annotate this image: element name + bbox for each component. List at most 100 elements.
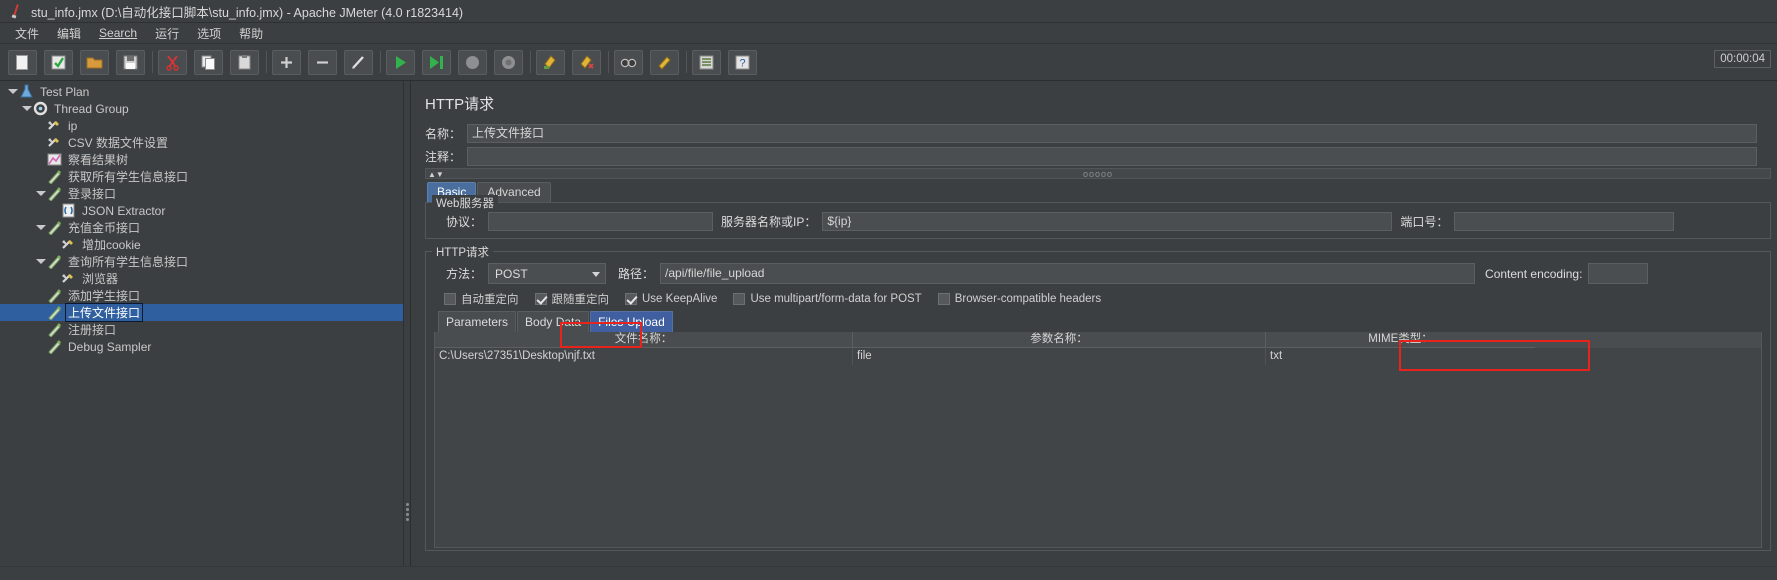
cell-filename[interactable]: C:\Users\27351\Desktop\njf.txt (435, 348, 853, 365)
port-input[interactable] (1454, 212, 1675, 231)
checkbox-auto-redirect-box[interactable] (444, 293, 456, 305)
collapse-dots: ooooo (1082, 169, 1114, 179)
svg-text:?: ? (739, 57, 745, 69)
tree-item[interactable]: ip (0, 117, 403, 134)
tree-item[interactable]: Debug Sampler (0, 338, 403, 355)
checkbox-use-multipart[interactable]: Use multipart/form-data for POST (733, 293, 922, 305)
checkbox-follow-redirect-label: 跟随重定向 (551, 294, 610, 306)
checkbox-use-multipart-box[interactable] (733, 293, 746, 305)
view-results-tree-icon (47, 152, 64, 168)
function-helper-button[interactable] (692, 49, 721, 75)
tree-item[interactable]: CSV 数据文件设置 (0, 134, 403, 151)
test-plan-tree[interactable]: Test Plan Thread Group ip CSV 数据文件设置 察看结果树获取… (0, 81, 404, 580)
save-button[interactable] (116, 49, 145, 75)
shutdown-button[interactable] (494, 49, 523, 75)
tree-item-label: 增加cookie (82, 238, 141, 252)
comment-input[interactable] (467, 147, 1758, 166)
collapse-all-button[interactable] (308, 49, 337, 75)
name-input[interactable]: 上传文件接口 (467, 124, 1758, 143)
path-input[interactable]: /api/file/file_upload (660, 263, 1476, 284)
clear-button[interactable] (536, 49, 565, 75)
search-button[interactable] (614, 49, 643, 75)
tree-item[interactable]: Thread Group (0, 100, 403, 117)
checkbox-use-keepalive-box[interactable] (625, 293, 637, 305)
tree-expand-toggle-icon[interactable] (34, 219, 47, 236)
start-no-pauses-button[interactable] (422, 49, 451, 75)
checkbox-browser-compatible-headers-box[interactable] (937, 293, 950, 305)
menu-item-help[interactable]: 帮助 (230, 23, 272, 44)
checkbox-follow-redirect[interactable]: 跟随重定向 (534, 291, 610, 307)
menu-item-edit[interactable]: 编辑 (48, 23, 90, 44)
tree-item-label: 获取所有学生信息接口 (68, 170, 189, 184)
tree-twisty-spacer (34, 134, 47, 151)
chevron-down-icon[interactable] (592, 272, 601, 277)
tree-item[interactable]: 浏览器 (0, 270, 403, 287)
collapse-arrows-icon[interactable]: ▲▼ (428, 170, 444, 179)
tree-item-label: 充值金币接口 (68, 221, 141, 235)
protocol-input[interactable] (488, 212, 714, 231)
horizontal-scrollbar[interactable] (0, 566, 1777, 580)
tree-item[interactable]: 查询所有学生信息接口 (0, 253, 403, 270)
http-sampler-icon (47, 288, 64, 304)
tree-expand-toggle-icon[interactable] (34, 185, 47, 202)
method-select-value: POST (495, 266, 528, 281)
reset-search-button[interactable] (650, 49, 679, 75)
tree-expand-toggle-icon[interactable] (20, 100, 33, 117)
tree-item[interactable]: JSON Extractor (0, 202, 403, 219)
tree-item[interactable]: 获取所有学生信息接口 (0, 168, 403, 185)
tree-item-label: 浏览器 (82, 272, 119, 286)
tree-item[interactable]: 充值金币接口 (0, 219, 403, 236)
tab-body-data[interactable]: Body Data (517, 311, 590, 332)
checkbox-use-keepalive[interactable]: Use KeepAlive (625, 293, 717, 305)
config-element-icon (47, 118, 64, 134)
paste-button[interactable] (230, 49, 259, 75)
templates-button[interactable] (44, 49, 73, 75)
menu-item-file[interactable]: 文件 (6, 23, 48, 44)
cell-paramname[interactable]: file (853, 348, 1266, 365)
tree-expand-toggle-icon[interactable] (34, 253, 47, 270)
checkbox-auto-redirect[interactable]: 自动重定向 (444, 291, 519, 307)
column-header-filename[interactable]: 文件名称： (435, 332, 853, 348)
method-select[interactable]: POST (488, 263, 607, 284)
tab-parameters[interactable]: Parameters (438, 311, 517, 332)
menu-item-run[interactable]: 运行 (146, 23, 188, 44)
column-header-mimetype[interactable]: MIME类型： (1266, 332, 1535, 348)
tree-twisty-spacer (34, 321, 47, 338)
open-button[interactable] (80, 49, 109, 75)
split-divider[interactable] (404, 81, 411, 580)
menu-item-options[interactable]: 选项 (188, 23, 230, 44)
tree-item[interactable]: 察看结果树 (0, 151, 403, 168)
server-input[interactable]: ${ip} (822, 212, 1393, 231)
tree-item-label: CSV 数据文件设置 (68, 136, 169, 150)
tab-files-upload[interactable]: Files Upload (590, 311, 673, 332)
new-button[interactable] (8, 49, 37, 75)
tree-item[interactable]: 登录接口 (0, 185, 403, 202)
checkbox-use-multipart-label: Use multipart/form-data for POST (750, 293, 922, 305)
cut-button[interactable] (158, 49, 187, 75)
request-data-tabstrip: Parameters Body Data Files Upload (432, 311, 1764, 332)
expand-all-button[interactable] (272, 49, 301, 75)
cell-mimetype[interactable]: txt (1266, 348, 1535, 365)
toggle-pencil-button[interactable] (344, 49, 373, 75)
tree-item[interactable]: 上传文件接口 (0, 303, 403, 322)
checkbox-follow-redirect-box[interactable] (534, 293, 547, 305)
clear-all-button[interactable] (572, 49, 601, 75)
split-divider-grip[interactable] (405, 501, 410, 523)
tree-item-label: Debug Sampler (68, 339, 152, 354)
tree-expand-toggle-icon[interactable] (6, 83, 19, 100)
help-button[interactable]: ? (728, 49, 757, 75)
files-upload-table[interactable]: 文件名称： 参数名称： MIME类型： C:\Users\27351\Deskt… (434, 332, 1762, 548)
start-button[interactable] (386, 49, 415, 75)
checkbox-browser-compatible-headers[interactable]: Browser-compatible headers (937, 293, 1101, 305)
content-encoding-input[interactable] (1588, 263, 1649, 284)
column-header-paramname[interactable]: 参数名称： (853, 332, 1266, 348)
tree-item[interactable]: 注册接口 (0, 321, 403, 338)
table-row[interactable]: C:\Users\27351\Desktop\njf.txt file txt (435, 348, 1761, 365)
copy-button[interactable] (194, 49, 223, 75)
stop-button[interactable] (458, 49, 487, 75)
menu-item-search[interactable]: Search (90, 24, 146, 42)
tree-item[interactable]: Test Plan (0, 83, 403, 100)
tree-item[interactable]: 添加学生接口 (0, 287, 403, 304)
tree-item[interactable]: 增加cookie (0, 236, 403, 253)
collapse-bar[interactable]: ▲▼ ooooo (425, 168, 1771, 179)
